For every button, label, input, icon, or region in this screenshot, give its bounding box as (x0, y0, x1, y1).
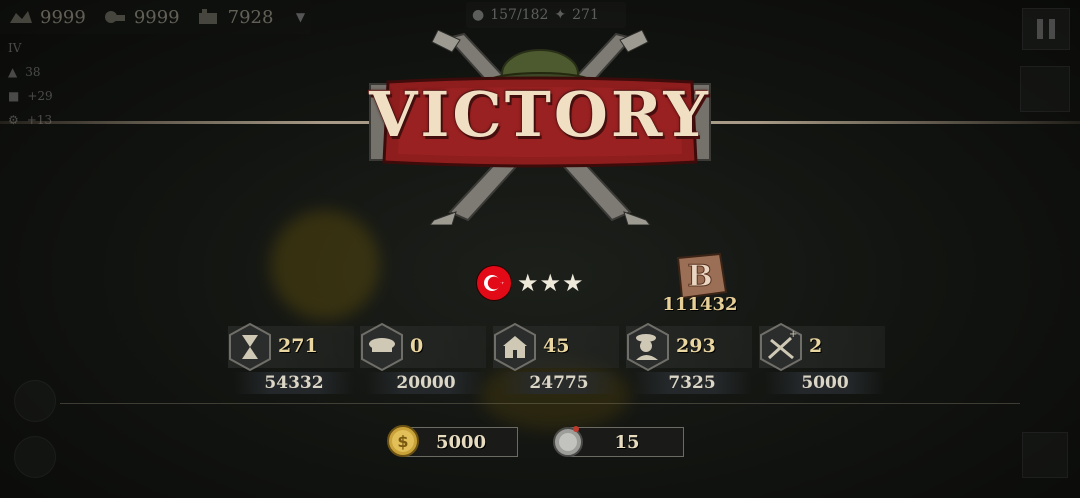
stat-row: ▲ 38 (2, 60, 72, 84)
total-score: 111432 (662, 294, 738, 315)
units-value: 271 (572, 7, 599, 23)
resource-value: 9999 (133, 6, 180, 28)
stat-value: 0 (410, 335, 424, 357)
top-resource-bar: 9999 9999 7928 ▼ (0, 0, 312, 34)
industry-icon (198, 9, 217, 24)
population-value: 157/182 (490, 7, 549, 23)
silver-medal-icon (553, 426, 583, 457)
officer-cap-icon (361, 322, 403, 372)
battle-medal-icon: B (676, 252, 728, 300)
stat-row-value: 38 (25, 65, 41, 79)
supplies-icon (10, 11, 32, 23)
stat-row: ⚙ +13 (2, 108, 72, 132)
hand-button[interactable] (14, 380, 56, 422)
stat-points: 20000 (366, 372, 486, 394)
resource-supplies: 9999 (8, 7, 86, 28)
general-icon (627, 322, 669, 372)
factory-icon: ■ (8, 89, 20, 103)
stat-row-value: +29 (27, 89, 53, 103)
stat-row: ■ +29 (2, 84, 72, 108)
hourglass-button[interactable] (1022, 432, 1068, 478)
side-info-panel: IV ▲ 38 ■ +29 ⚙ +13 (2, 36, 72, 132)
stat-points: 24775 (499, 372, 619, 394)
stat-points: 54332 (234, 372, 354, 394)
resource-value: 9999 (40, 6, 86, 28)
gear-icon: ⚙ (8, 113, 19, 127)
stat-value: 271 (278, 335, 318, 357)
stat-value: 45 (543, 335, 570, 357)
map-button[interactable] (1020, 66, 1070, 112)
divider-line (60, 403, 1020, 404)
stat-generals: 293 7325 (626, 322, 756, 396)
stat-time: 271 54332 (228, 322, 358, 396)
rank-row: IV (2, 36, 72, 60)
stat-buildings: 45 24775 (493, 322, 623, 396)
steel-icon (104, 11, 125, 23)
pause-button[interactable] (1022, 8, 1070, 50)
resource-industry: 7928 (196, 6, 274, 28)
rank-label: IV (8, 41, 22, 55)
star-rating: ★★★ (517, 269, 585, 297)
gold-coin-icon: $ (387, 425, 419, 457)
reward-value: 15 (570, 427, 684, 457)
hourglass-icon (229, 322, 271, 372)
building-icon (494, 322, 536, 372)
person-icon: ▲ (8, 65, 18, 79)
resource-steel: 9999 (102, 7, 180, 28)
stat-row-value: +13 (26, 113, 53, 127)
stat-value: 2 (809, 335, 823, 357)
turkey-flag-icon (477, 266, 511, 300)
stat-points: 7325 (632, 372, 752, 394)
population-counter: ● 157/182 ✦ 271 (466, 2, 626, 28)
victory-banner: VICTORY (360, 30, 720, 225)
reward-value: 5000 (404, 427, 518, 457)
svg-text:B: B (687, 259, 712, 294)
crossed-rifles-icon: + (760, 322, 802, 372)
svg-text:$: $ (397, 432, 408, 451)
resource-value: 7928 (227, 6, 274, 28)
population-icon: ● (472, 7, 485, 23)
stat-points: 5000 (765, 372, 885, 394)
stat-kills: + 2 5000 (759, 322, 889, 396)
svg-text:+: + (789, 329, 797, 340)
background-glow (270, 210, 380, 320)
stat-value: 293 (676, 335, 716, 357)
skull-button[interactable] (14, 436, 56, 478)
chevron-down-icon[interactable]: ▼ (289, 10, 311, 24)
stat-officers: 0 20000 (360, 322, 490, 396)
victory-title: VICTORY (369, 78, 711, 151)
units-icon: ✦ (554, 7, 567, 23)
